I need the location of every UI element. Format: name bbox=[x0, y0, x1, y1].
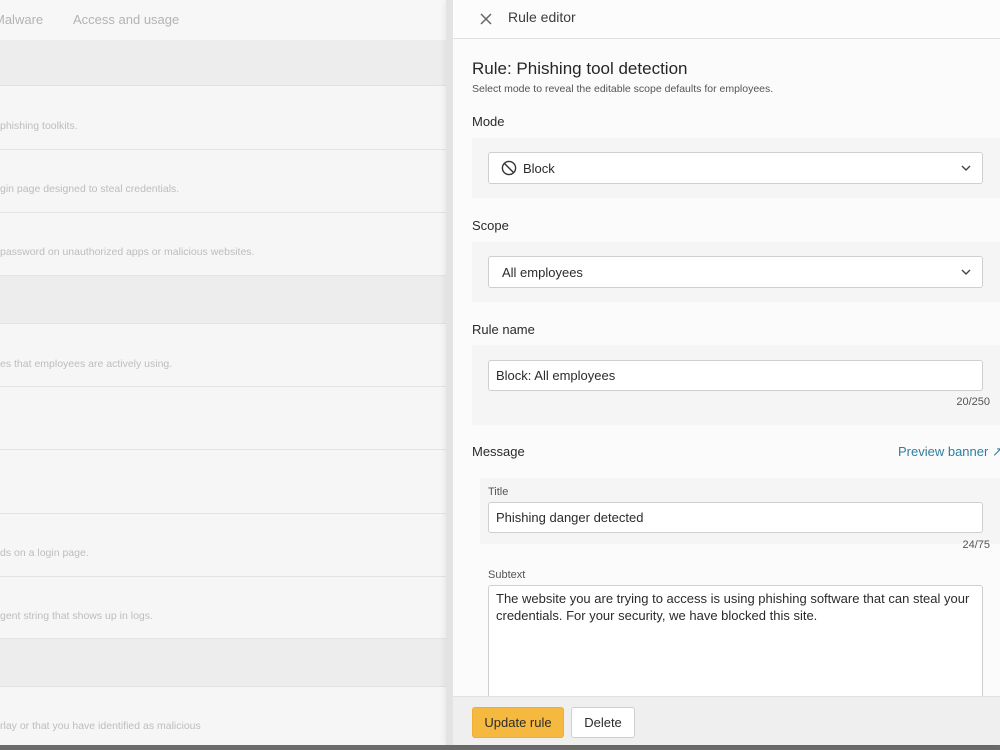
background-section-header bbox=[0, 276, 446, 324]
rule-name-input[interactable]: Block: All employees bbox=[488, 360, 983, 391]
rule-name-label: Rule name bbox=[472, 322, 535, 337]
chevron-down-icon bbox=[961, 165, 971, 171]
message-label: Message bbox=[472, 444, 525, 459]
drawer-header: Rule editor bbox=[453, 0, 1000, 39]
scope-select[interactable]: All employees bbox=[488, 256, 983, 288]
scope-select-value: All employees bbox=[502, 264, 583, 280]
tab-malware[interactable]: Malware bbox=[0, 12, 43, 27]
tab-access-and-usage[interactable]: Access and usage bbox=[73, 12, 179, 27]
subtext-field-label: Subtext bbox=[488, 569, 526, 581]
background-row: password on unauthorized apps or malicio… bbox=[0, 213, 446, 276]
drawer-title: Rule editor bbox=[508, 9, 576, 25]
background-section-header bbox=[0, 40, 446, 86]
message-title-input[interactable]: Phishing danger detected bbox=[488, 502, 983, 533]
background-row-text: phishing toolkits. bbox=[0, 120, 78, 132]
drawer-footer: Update rule Delete bbox=[453, 696, 1000, 745]
background-row bbox=[0, 387, 446, 450]
delete-button[interactable]: Delete bbox=[571, 707, 635, 738]
background-row: rlay or that you have identified as mali… bbox=[0, 687, 446, 745]
background-row: phishing toolkits. bbox=[0, 86, 446, 150]
update-rule-button[interactable]: Update rule bbox=[472, 707, 564, 738]
background-row-text: rlay or that you have identified as mali… bbox=[0, 720, 201, 732]
rule-editor-drawer: Rule editor Rule: Phishing tool detectio… bbox=[446, 0, 1000, 745]
close-button[interactable] bbox=[475, 8, 497, 30]
rule-subtitle: Select mode to reveal the editable scope… bbox=[472, 83, 774, 95]
rule-title: Rule: Phishing tool detection bbox=[472, 59, 688, 78]
background-tabs: Malware Access and usage bbox=[0, 0, 446, 40]
chevron-down-icon bbox=[961, 269, 971, 275]
background-row-text: gent string that shows up in logs. bbox=[0, 610, 153, 622]
background-row: gent string that shows up in logs. bbox=[0, 577, 446, 639]
scope-label: Scope bbox=[472, 218, 509, 233]
background-page: Malware Access and usage phishing toolki… bbox=[0, 0, 446, 745]
background-section-header bbox=[0, 639, 446, 687]
preview-banner-link[interactable]: Preview banner ↗ bbox=[898, 444, 1000, 460]
background-row-text: password on unauthorized apps or malicio… bbox=[0, 246, 255, 258]
mode-select-value: Block bbox=[523, 160, 555, 176]
background-row: es that employees are actively using. bbox=[0, 324, 446, 387]
background-row-text: gin page designed to steal credentials. bbox=[0, 183, 180, 195]
window-bottom-edge bbox=[0, 745, 1000, 750]
rule-name-counter: 20/250 bbox=[956, 396, 990, 408]
title-field-label: Title bbox=[488, 486, 509, 498]
mode-select[interactable]: Block bbox=[488, 152, 983, 184]
close-icon bbox=[480, 13, 492, 25]
background-row: gin page designed to steal credentials. bbox=[0, 150, 446, 213]
background-row bbox=[0, 450, 446, 514]
background-row-text: ds on a login page. bbox=[0, 547, 89, 559]
message-subtext-textarea[interactable]: The website you are trying to access is … bbox=[488, 585, 983, 700]
ban-icon bbox=[501, 160, 517, 176]
mode-label: Mode bbox=[472, 114, 505, 129]
background-row: ds on a login page. bbox=[0, 514, 446, 577]
message-title-counter: 24/75 bbox=[962, 539, 990, 551]
background-row-text: es that employees are actively using. bbox=[0, 358, 173, 370]
